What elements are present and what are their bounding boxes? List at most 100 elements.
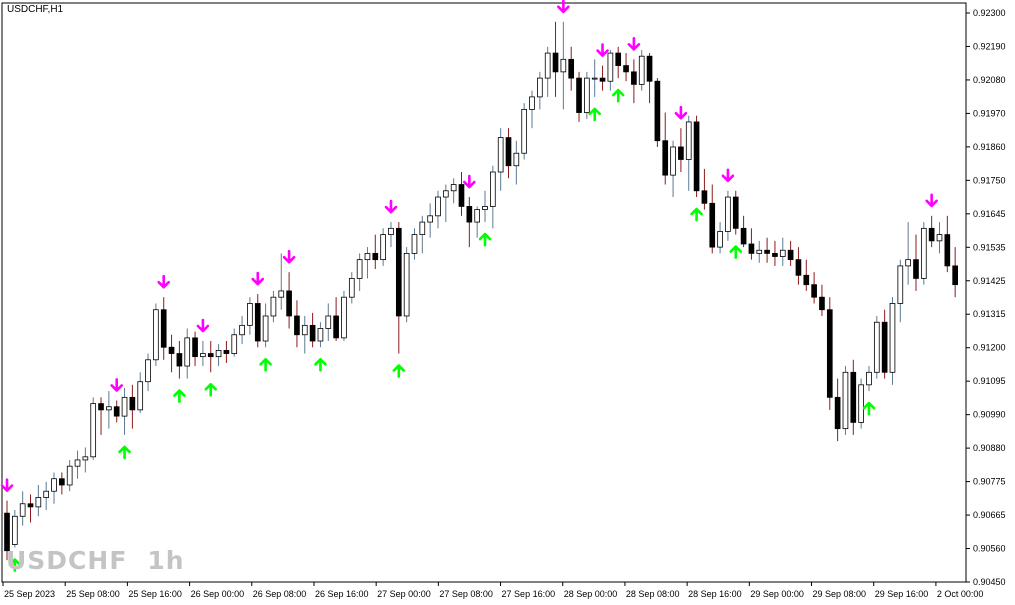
price-chart[interactable]: 0.92300 0.92190 0.92080 0.91970 0.91860 0.917… bbox=[0, 0, 1015, 605]
candle-bear bbox=[372, 252, 379, 261]
chart-area[interactable]: 0.92300 0.92190 0.92080 0.91970 0.91860 0.917… bbox=[0, 0, 1015, 605]
candle-bull bbox=[897, 265, 904, 304]
y-tick-label: 0.90775 bbox=[973, 477, 1006, 487]
candle-bull bbox=[231, 334, 238, 354]
x-tick-label: 29 Sep 16:00 bbox=[875, 589, 929, 599]
buy-arrow-icon bbox=[204, 383, 218, 397]
candle-bear bbox=[850, 371, 857, 423]
candle-bear bbox=[928, 227, 935, 242]
candle-bear bbox=[748, 243, 755, 254]
candle-bull bbox=[200, 353, 206, 358]
y-tick-label: 0.91750 bbox=[973, 175, 1006, 185]
candle-bull bbox=[247, 303, 253, 326]
candle-bear bbox=[881, 321, 888, 373]
sell-arrow-icon bbox=[627, 37, 641, 51]
candle-bear bbox=[631, 71, 637, 85]
candle-bull bbox=[137, 381, 144, 411]
y-tick-label: 0.92300 bbox=[973, 8, 1006, 18]
sell-arrow-icon bbox=[557, 0, 570, 14]
candle-bear bbox=[27, 503, 34, 508]
candle-bear bbox=[309, 324, 316, 342]
candle-bull bbox=[474, 209, 480, 223]
y-tick-label: 0.90560 bbox=[973, 544, 1006, 554]
sell-arrow-icon bbox=[282, 249, 296, 264]
candle-bear bbox=[787, 249, 794, 261]
candle-bear bbox=[646, 55, 653, 82]
buy-arrow-icon bbox=[588, 107, 602, 122]
candle-bull bbox=[482, 206, 488, 210]
candle-bear bbox=[59, 478, 65, 486]
candle-bull bbox=[66, 465, 73, 486]
candle-bull bbox=[403, 252, 410, 317]
candle-bull bbox=[51, 478, 57, 492]
buy-arrow-icon bbox=[173, 389, 186, 403]
buy-arrow-icon bbox=[118, 445, 131, 460]
x-tick-label: 29 Sep 00:00 bbox=[750, 589, 804, 599]
y-tick-label: 0.91860 bbox=[973, 142, 1006, 152]
x-tick-label: 29 Sep 08:00 bbox=[813, 589, 867, 599]
candle-bear bbox=[176, 353, 183, 367]
candle-bull bbox=[106, 406, 112, 411]
candle-bull bbox=[936, 234, 943, 242]
candle-bull bbox=[356, 259, 363, 279]
candle-bull bbox=[341, 296, 347, 339]
candle-bear bbox=[952, 265, 958, 286]
sell-arrow-icon bbox=[0, 478, 14, 492]
candle-bull bbox=[184, 337, 191, 367]
buy-arrow-icon bbox=[862, 401, 876, 416]
candle-bear bbox=[701, 190, 708, 204]
candle-bull bbox=[325, 315, 332, 329]
candle-bear bbox=[662, 140, 669, 176]
candle-bull bbox=[239, 324, 245, 336]
candle-bull bbox=[873, 321, 880, 373]
x-tick-label: 25 Sep 08:00 bbox=[66, 589, 120, 599]
candle-bull bbox=[905, 259, 911, 267]
candle-bull bbox=[607, 52, 614, 82]
candle-bull bbox=[858, 384, 864, 423]
x-tick-label: 25 Sep 2023 bbox=[4, 589, 55, 599]
candle-bull bbox=[348, 278, 355, 298]
candle-bear bbox=[803, 274, 810, 286]
y-tick-label: 0.91970 bbox=[973, 108, 1006, 118]
candle-bear bbox=[599, 77, 606, 82]
buy-arrow-icon bbox=[611, 88, 625, 103]
candle-bull bbox=[920, 227, 927, 279]
plot-frame bbox=[1, 2, 967, 583]
candle-bull bbox=[262, 315, 269, 342]
candle-bear bbox=[505, 137, 512, 167]
candle-bull bbox=[490, 171, 496, 207]
candle-bull bbox=[670, 146, 676, 176]
candle-bear bbox=[819, 296, 825, 311]
sell-arrow-icon bbox=[674, 105, 688, 120]
candle-bull bbox=[153, 309, 159, 361]
candle-bear bbox=[168, 346, 175, 354]
candle-bull bbox=[317, 328, 324, 342]
x-tick-label: 26 Sep 00:00 bbox=[191, 589, 245, 599]
candle-bear bbox=[223, 349, 230, 354]
y-tick-label: 0.90450 bbox=[973, 577, 1006, 587]
y-tick-label: 0.92190 bbox=[973, 41, 1006, 51]
candle-bear bbox=[772, 252, 778, 257]
candle-bear bbox=[552, 52, 559, 73]
y-tick-label: 0.91645 bbox=[973, 209, 1006, 219]
candle-bull bbox=[866, 371, 872, 386]
watermark-symbol: USDCHF bbox=[6, 546, 128, 575]
candle-bull bbox=[364, 252, 371, 261]
candle-bull bbox=[121, 396, 128, 417]
buy-arrow-icon bbox=[690, 207, 703, 222]
sell-arrow-icon bbox=[463, 174, 476, 189]
candle-bull bbox=[270, 296, 277, 317]
candle-bull bbox=[442, 190, 449, 198]
candle-bull bbox=[521, 109, 528, 154]
candle-bull bbox=[529, 96, 535, 110]
buy-arrow-icon bbox=[729, 245, 743, 259]
candle-bull bbox=[450, 184, 457, 192]
candle-bull bbox=[560, 58, 567, 73]
candle-bear bbox=[913, 259, 919, 279]
candle-bear bbox=[98, 403, 104, 411]
y-tick-label: 0.90880 bbox=[973, 443, 1006, 453]
x-tick-label: 27 Sep 00:00 bbox=[377, 589, 431, 599]
candle-bear bbox=[944, 234, 951, 267]
candle-bull bbox=[411, 234, 418, 254]
candle-bear bbox=[254, 303, 261, 342]
